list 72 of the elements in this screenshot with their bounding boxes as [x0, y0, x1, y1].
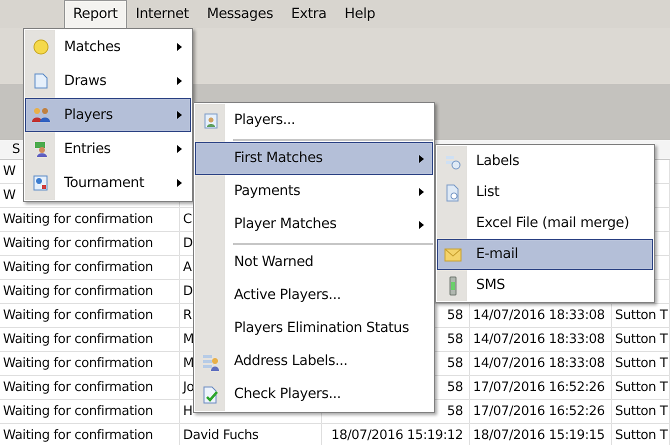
- menu-item[interactable]: Players...: [195, 104, 433, 137]
- table-cell-text: Waiting for confirmation: [3, 306, 153, 325]
- menu-item[interactable]: Excel File (mail merge): [437, 208, 653, 239]
- table-cell-text: D: [183, 234, 193, 253]
- table-cell-text: M: [183, 354, 194, 373]
- table-cell-text: Waiting for confirmation: [3, 426, 153, 445]
- menu-bar-item[interactable]: Internet: [126, 0, 198, 28]
- person-document-icon: [204, 112, 218, 128]
- menu-item[interactable]: Not Warned: [195, 246, 433, 279]
- menu-item[interactable]: E-mail: [437, 239, 653, 270]
- table-cell-text: Sutton T: [615, 306, 668, 325]
- table-cell-text: 17/07/2016 16:52:26: [473, 402, 605, 421]
- check-document-icon: [203, 386, 219, 404]
- phone-icon: [449, 276, 457, 296]
- menu-bar-item[interactable]: Help: [336, 0, 384, 28]
- table-cell-text: Sutton T: [615, 330, 668, 349]
- menu-item[interactable]: Check Players...: [195, 378, 433, 411]
- table-cell-text: 17/07/2016 16:52:26: [473, 378, 605, 397]
- table-cell-text: H: [183, 402, 192, 421]
- menu-item[interactable]: Entries: [25, 132, 191, 166]
- table-cell-text: W: [3, 186, 16, 205]
- table-cell-text: A: [183, 258, 192, 277]
- menu-item[interactable]: Tournament: [25, 166, 191, 200]
- table-cell-text: Waiting for confirmation: [3, 282, 153, 301]
- column-header: S: [11, 140, 20, 159]
- table-cell-text: Sutton T: [615, 402, 668, 421]
- menu-item[interactable]: Matches: [25, 30, 191, 64]
- table-cell-text: Sutton T: [615, 426, 668, 445]
- table-cell-text: Sutton T: [615, 354, 668, 373]
- menu-item[interactable]: Player Matches: [195, 208, 433, 241]
- table-cell-text: C: [183, 210, 192, 229]
- document-icon: [33, 175, 49, 191]
- menu-item[interactable]: Players Elimination Status: [195, 312, 433, 345]
- table-cell-text: 14/07/2016 18:33:08: [473, 354, 605, 373]
- table-cell-text: Waiting for confirmation: [3, 354, 153, 373]
- menu-item[interactable]: List: [437, 177, 653, 208]
- menu-bar-item[interactable]: Report: [64, 0, 127, 28]
- menu-item[interactable]: Address Labels...: [195, 345, 433, 378]
- document-icon: [34, 73, 48, 89]
- menu-item[interactable]: Draws: [25, 64, 191, 98]
- menu-item[interactable]: SMS: [437, 270, 653, 301]
- table-cell-text: R: [183, 306, 192, 325]
- table-cell-text: 14/07/2016 18:33:08: [473, 330, 605, 349]
- table-cell-text: David Fuchs: [183, 426, 259, 445]
- table-cell-text: M: [183, 330, 194, 349]
- table-cell-text: Waiting for confirmation: [3, 258, 153, 277]
- table-cell-text: 14/07/2016 18:33:08: [473, 306, 605, 325]
- table-cell-text: Waiting for confirmation: [3, 210, 153, 229]
- table-cell-text: 18/07/2016 15:19:12: [331, 426, 463, 445]
- address-labels-icon: [202, 352, 220, 370]
- table-cell-text: Waiting for confirmation: [3, 234, 153, 253]
- table-cell-text: 58: [447, 306, 463, 325]
- menu-item[interactable]: Labels: [437, 146, 653, 177]
- table-cell-text: Waiting for confirmation: [3, 378, 153, 397]
- circle-icon: [33, 39, 49, 55]
- table-cell-text: D: [183, 282, 193, 301]
- table-cell-text: Waiting for confirmation: [3, 330, 153, 349]
- table-cell-text: W: [3, 162, 16, 181]
- table-cell-text: 18/07/2016 15:19:15: [473, 426, 605, 445]
- table-cell-text: 58: [447, 354, 463, 373]
- envelope-icon: [444, 248, 462, 262]
- menu-bar-item[interactable]: Extra: [282, 0, 336, 28]
- menu-item[interactable]: Players: [25, 98, 191, 132]
- menu-item[interactable]: Payments: [195, 175, 433, 208]
- menu-bar-item[interactable]: Messages: [198, 0, 282, 28]
- table-cell-text: Sutton T: [615, 378, 668, 397]
- menu-item[interactable]: Active Players...: [195, 279, 433, 312]
- menu-item[interactable]: First Matches: [195, 142, 433, 175]
- table-cell-text: 58: [447, 378, 463, 397]
- table-cell-text: 58: [447, 330, 463, 349]
- table-cell-text: Waiting for confirmation: [3, 402, 153, 421]
- table-cell-text: 58: [447, 402, 463, 421]
